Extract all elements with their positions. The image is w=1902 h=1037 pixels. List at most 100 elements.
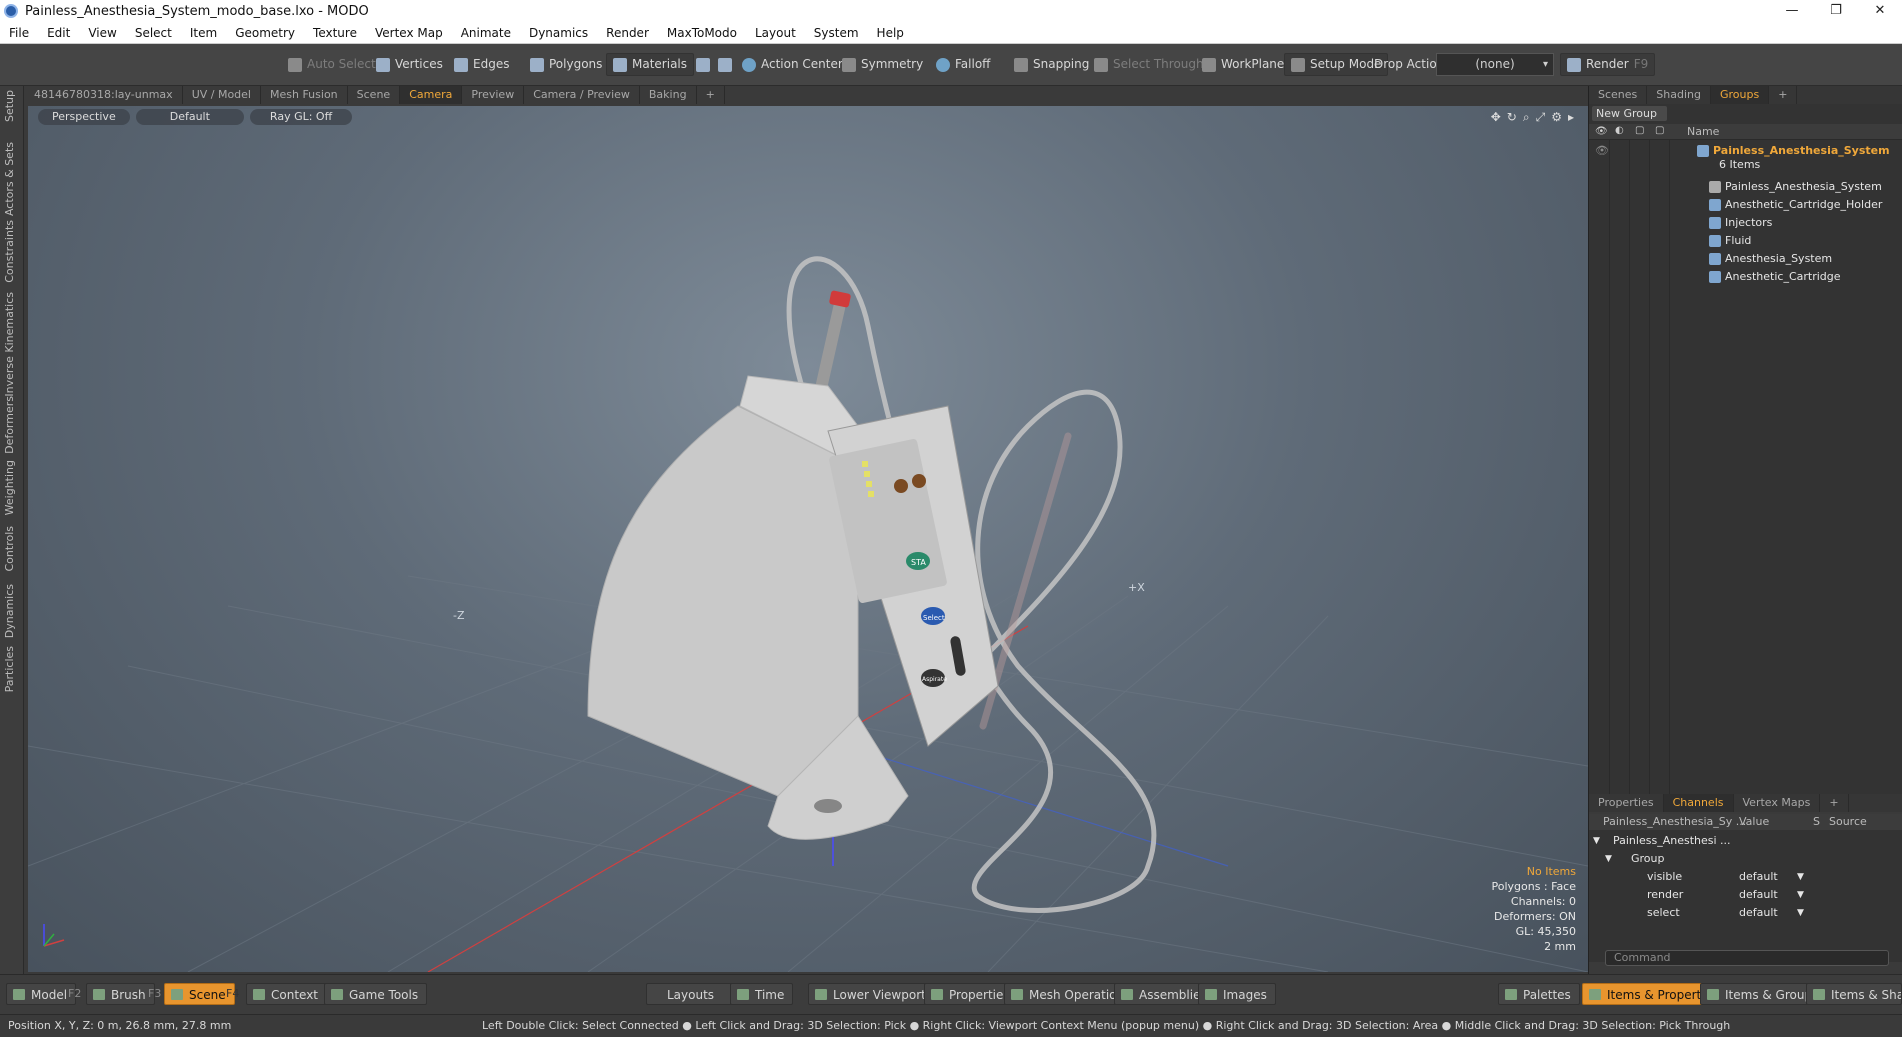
list-item[interactable]: Painless_Anesthesia_System xyxy=(1589,178,1902,196)
raygl-toggle[interactable]: Ray GL: Off xyxy=(249,109,353,125)
tab-uv-model[interactable]: UV / Model xyxy=(183,86,261,104)
menu-file[interactable]: File xyxy=(0,26,38,40)
new-group-button[interactable]: New Group xyxy=(1592,106,1667,121)
rotate-icon[interactable]: ↻ xyxy=(1507,110,1517,125)
workplane-button[interactable]: WorkPlane xyxy=(1196,53,1290,76)
tab-vertex-maps[interactable]: Vertex Maps xyxy=(1734,794,1821,812)
expand-triangle-icon[interactable]: ▼ xyxy=(1605,850,1612,868)
tab-layout-unmax[interactable]: 48146780318:lay-unmax xyxy=(25,86,183,104)
mode-toggle-2[interactable] xyxy=(712,53,738,76)
menu-geometry[interactable]: Geometry xyxy=(226,26,304,40)
channel-group-row[interactable]: ▼ Group xyxy=(1589,850,1902,868)
game-tools-button[interactable]: Game Tools xyxy=(324,983,428,1005)
tab-deformers[interactable]: Deformers xyxy=(3,396,16,454)
snapping-button[interactable]: Snapping xyxy=(1008,53,1095,76)
tab-baking[interactable]: Baking xyxy=(640,86,697,104)
channel-root-row[interactable]: ▼ Painless_Anesthesi ... xyxy=(1589,832,1902,850)
3d-viewport[interactable]: STA Select Aspirate -Z +X Perspective De… xyxy=(28,106,1588,972)
chevron-down-icon[interactable]: ▼ xyxy=(1797,868,1804,886)
add-tab-button[interactable]: + xyxy=(697,86,725,104)
drop-action-select[interactable]: (none) xyxy=(1436,53,1554,76)
list-item[interactable]: Anesthetic_Cartridge_Holder xyxy=(1589,196,1902,214)
action-center-button[interactable]: Action Center xyxy=(736,53,849,76)
menu-edit[interactable]: Edit xyxy=(38,26,79,40)
tab-dynamics[interactable]: Dynamics xyxy=(3,584,16,638)
expand-arrow-icon[interactable]: ▸ xyxy=(1568,110,1574,125)
select-through-button[interactable]: Select Through xyxy=(1088,53,1210,76)
restore-button[interactable]: ❐ xyxy=(1814,0,1858,22)
tab-inverse-kinematics[interactable]: Inverse Kinematics xyxy=(3,292,16,397)
shading-mode-button[interactable]: Default xyxy=(135,109,244,125)
tab-scene[interactable]: Scene xyxy=(348,86,401,104)
tab-preview[interactable]: Preview xyxy=(462,86,525,104)
list-item[interactable]: Injectors xyxy=(1589,214,1902,232)
menu-item[interactable]: Item xyxy=(181,26,226,40)
channel-value[interactable]: default xyxy=(1739,886,1799,904)
list-item[interactable]: Anesthesia_System xyxy=(1589,250,1902,268)
table-row[interactable]: visible default ▼ xyxy=(1589,868,1902,886)
symmetry-button[interactable]: Symmetry xyxy=(836,53,929,76)
tab-particles[interactable]: Particles xyxy=(3,646,16,692)
channel-value[interactable]: default xyxy=(1739,904,1799,922)
tab-constraints[interactable]: Constraints xyxy=(3,220,16,283)
palettes-button[interactable]: Palettes xyxy=(1498,983,1580,1005)
vertices-button[interactable]: Vertices xyxy=(370,53,449,76)
auto-select-button[interactable]: Auto Select xyxy=(282,53,382,76)
minimize-button[interactable]: — xyxy=(1770,0,1814,22)
tab-channels[interactable]: Channels xyxy=(1663,794,1734,812)
menu-texture[interactable]: Texture xyxy=(304,26,366,40)
add-panel-tab-button[interactable]: + xyxy=(1769,86,1798,104)
table-row[interactable]: select default ▼ xyxy=(1589,904,1902,922)
menu-select[interactable]: Select xyxy=(126,26,181,40)
tab-shading[interactable]: Shading xyxy=(1647,86,1711,104)
list-item[interactable]: Fluid xyxy=(1589,232,1902,250)
table-row[interactable]: render default ▼ xyxy=(1589,886,1902,904)
tab-actors-sets[interactable]: Actors & Sets xyxy=(3,142,16,216)
channel-value[interactable]: default xyxy=(1739,868,1799,886)
materials-button[interactable]: Materials xyxy=(606,53,695,76)
menu-render[interactable]: Render xyxy=(597,26,658,40)
images-button[interactable]: Images xyxy=(1198,983,1276,1005)
lower-viewports-button[interactable]: Lower Viewports xyxy=(808,983,942,1005)
fit-icon[interactable]: ⤢ xyxy=(1536,110,1546,125)
menu-help[interactable]: Help xyxy=(868,26,913,40)
command-input[interactable]: Command xyxy=(1605,950,1889,966)
menu-system[interactable]: System xyxy=(805,26,868,40)
tab-controls[interactable]: Controls xyxy=(3,526,16,572)
menu-dynamics[interactable]: Dynamics xyxy=(520,26,597,40)
menu-layout[interactable]: Layout xyxy=(746,26,805,40)
brush-layout-button[interactable]: Brush xyxy=(86,983,155,1005)
time-button[interactable]: Time xyxy=(730,983,794,1005)
tab-groups[interactable]: Groups xyxy=(1710,86,1770,104)
render-button[interactable]: Render F9 xyxy=(1560,53,1656,76)
menu-vertex-map[interactable]: Vertex Map xyxy=(366,26,452,40)
tab-scenes[interactable]: Scenes xyxy=(1589,86,1648,104)
menu-view[interactable]: View xyxy=(79,26,125,40)
pan-icon[interactable]: ✥ xyxy=(1491,110,1501,125)
polygons-button[interactable]: Polygons xyxy=(524,53,608,76)
falloff-button[interactable]: Falloff xyxy=(930,53,996,76)
model-layout-button[interactable]: Model xyxy=(6,983,77,1005)
view-mode-button[interactable]: Perspective xyxy=(38,109,130,125)
add-properties-tab-button[interactable]: + xyxy=(1820,794,1849,812)
layouts-button[interactable]: Layouts xyxy=(646,983,736,1005)
settings-gear-icon[interactable]: ⚙ xyxy=(1551,110,1562,125)
tab-setup[interactable]: Setup xyxy=(3,90,16,122)
tab-mesh-fusion[interactable]: Mesh Fusion xyxy=(261,86,348,104)
expand-triangle-icon[interactable]: ▼ xyxy=(1593,832,1600,850)
tab-weighting[interactable]: Weighting xyxy=(3,460,16,515)
chevron-down-icon[interactable]: ▼ xyxy=(1797,904,1804,922)
menu-animate[interactable]: Animate xyxy=(452,26,520,40)
chevron-down-icon[interactable]: ▼ xyxy=(1797,886,1804,904)
close-button[interactable]: ✕ xyxy=(1858,0,1902,22)
menu-maxtomodo[interactable]: MaxToModo xyxy=(658,26,746,40)
list-item[interactable]: Anesthetic_Cartridge xyxy=(1589,268,1902,286)
tab-properties[interactable]: Properties xyxy=(1589,794,1664,812)
items-shading-button[interactable]: Items & Shadin xyxy=(1806,983,1902,1005)
scene-layout-button[interactable]: Scene xyxy=(164,983,235,1005)
edges-button[interactable]: Edges xyxy=(448,53,515,76)
tab-camera[interactable]: Camera xyxy=(400,86,463,104)
tab-camera-preview[interactable]: Camera / Preview xyxy=(524,86,640,104)
context-button[interactable]: Context xyxy=(246,983,328,1005)
zoom-icon[interactable]: ⌕ xyxy=(1523,110,1530,125)
